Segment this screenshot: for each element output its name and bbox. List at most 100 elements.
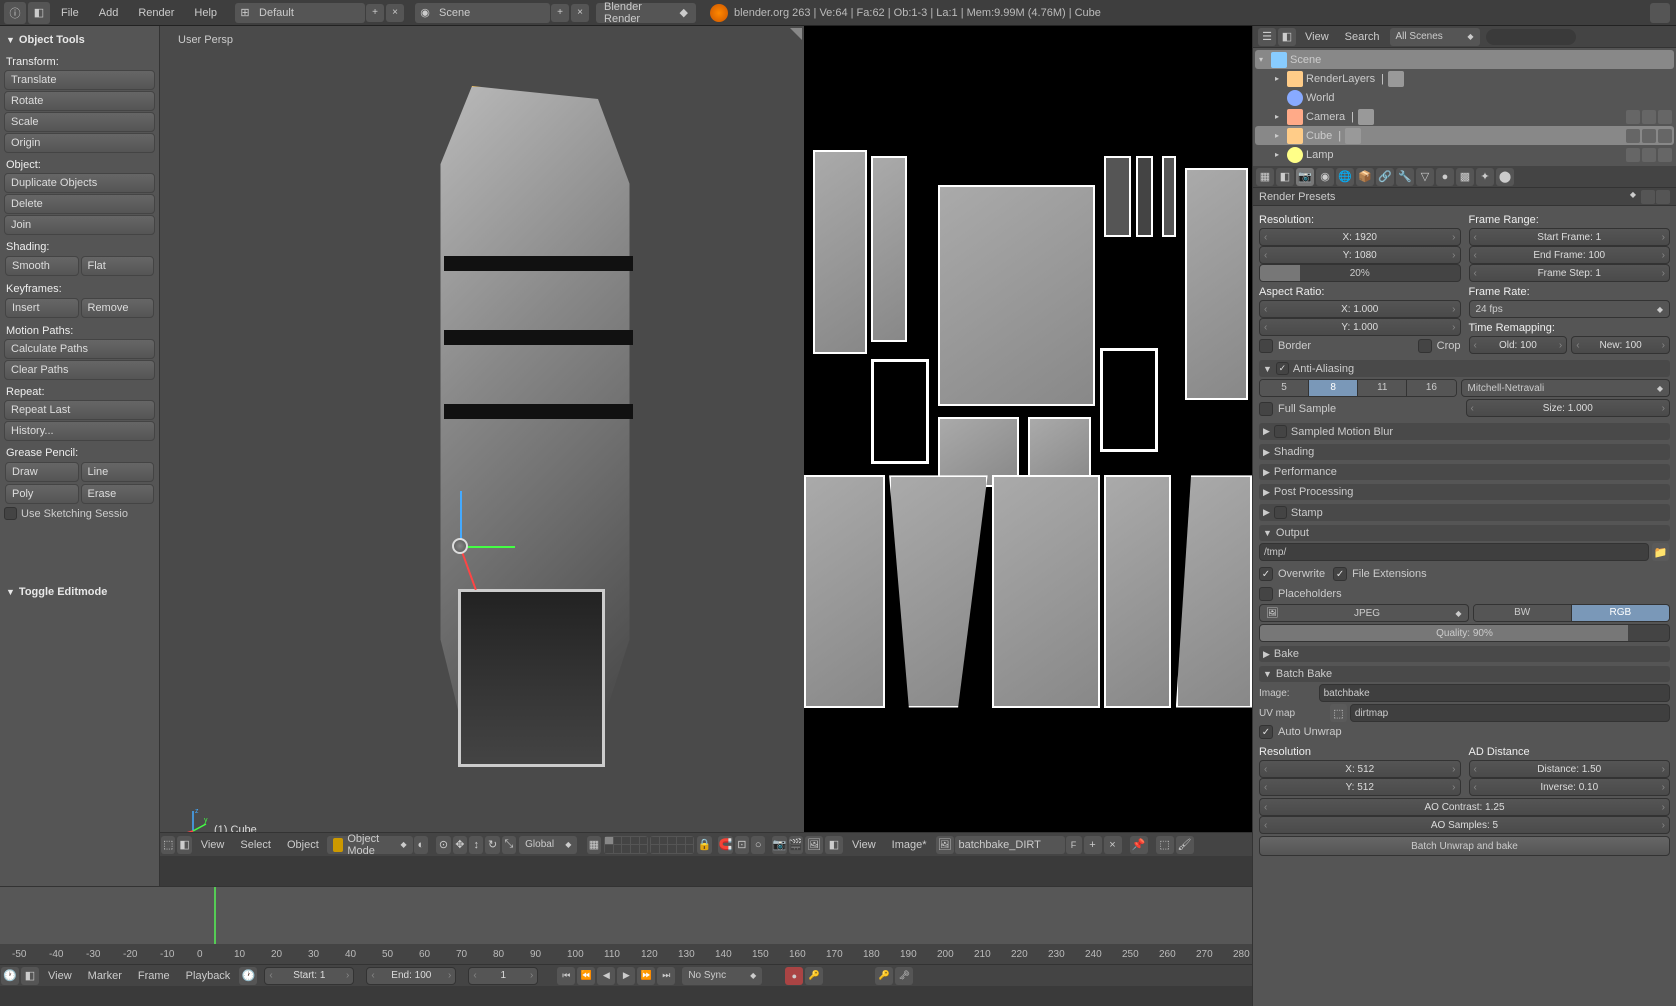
history-button[interactable]: History... [4, 421, 155, 441]
physics-tab[interactable]: ⬤ [1496, 168, 1514, 186]
layer-buttons[interactable] [604, 836, 694, 854]
output-path-input[interactable] [1259, 543, 1649, 561]
batch-bake-panel-header[interactable]: ▼Batch Bake [1259, 666, 1670, 682]
editor-type-icon[interactable]: ▦ [1256, 168, 1274, 186]
display-mode-dropdown[interactable]: All Scenes◆ [1390, 28, 1480, 46]
file-browse-icon[interactable]: 📁 [1652, 543, 1669, 561]
constraints-tab[interactable]: 🔗 [1376, 168, 1394, 186]
window-menu-icon[interactable]: ◧ [28, 2, 50, 24]
frame-menu[interactable]: Frame [130, 970, 178, 982]
aa-enable-checkbox[interactable] [1276, 362, 1289, 375]
editor-type-icon[interactable]: ⬚ [161, 836, 175, 854]
end-frame-input[interactable]: End: 100 [366, 967, 456, 985]
restrict-select-icon[interactable] [1642, 148, 1656, 162]
image-menu[interactable]: Image* [884, 839, 935, 851]
bb-x-field[interactable]: X: 512 [1259, 760, 1461, 778]
rgb-button[interactable]: RGB [1572, 605, 1669, 621]
playhead[interactable] [214, 887, 216, 944]
frame-step-field[interactable]: Frame Step: 1 [1469, 264, 1671, 282]
3d-viewport[interactable]: User Persp z y (1) Cube ⬚ ◧ View Select … [160, 26, 804, 856]
playback-menu[interactable]: Playback [178, 970, 239, 982]
play-reverse-button[interactable]: ◀ [597, 967, 615, 985]
translate-manip-icon[interactable]: ↕ [469, 836, 483, 854]
remove-key-button[interactable]: Remove [81, 298, 155, 318]
new-time-field[interactable]: New: 100 [1571, 336, 1670, 354]
motion-blur-panel-header[interactable]: ▶Sampled Motion Blur [1259, 423, 1670, 440]
keyframe-next-button[interactable]: ⏩ [637, 967, 655, 985]
key-delete-button[interactable]: 🗝 [895, 967, 913, 985]
sync-dropdown[interactable]: No Sync◆ [682, 967, 762, 985]
object-tab[interactable]: 📦 [1356, 168, 1374, 186]
modifiers-tab[interactable]: 🔧 [1396, 168, 1414, 186]
layers-toggle-icon[interactable]: ▦ [587, 836, 601, 854]
restrict-render-icon[interactable] [1658, 110, 1672, 124]
aa-size-field[interactable]: Size: 1.000 [1466, 399, 1671, 417]
menu-help[interactable]: Help [184, 7, 227, 19]
opengl-anim-icon[interactable]: 🎬 [789, 836, 803, 854]
output-panel-header[interactable]: ▼Output [1259, 525, 1670, 541]
uvedit-icon[interactable]: ⬚ [1156, 836, 1174, 854]
restrict-select-icon[interactable] [1642, 110, 1656, 124]
aspect-x-field[interactable]: X: 1.000 [1259, 300, 1461, 318]
restrict-view-icon[interactable] [1626, 110, 1640, 124]
image-canvas[interactable] [804, 26, 1252, 832]
scale-manip-icon[interactable]: ⤡ [502, 836, 516, 854]
manipulator-toggle-icon[interactable]: ✥ [453, 836, 467, 854]
header-menu-icon[interactable]: ◧ [177, 836, 191, 854]
particles-tab[interactable]: ✦ [1476, 168, 1494, 186]
outliner-tree[interactable]: ▾Scene▸RenderLayers|World▸Camera|▸Cube|▸… [1253, 48, 1676, 166]
delete-button[interactable]: Delete [4, 194, 155, 214]
area-split-corner[interactable] [790, 28, 802, 40]
menu-file[interactable]: File [51, 7, 89, 19]
x-axis-arrow[interactable] [460, 546, 515, 548]
editor-type-icon[interactable]: 🕐 [1, 967, 19, 985]
quality-slider[interactable]: Quality: 90% [1259, 624, 1670, 642]
jump-end-button[interactable]: ⏭ [657, 967, 675, 985]
orientation-dropdown[interactable]: Global◆ [519, 836, 577, 854]
anti-aliasing-panel-header[interactable]: ▼ Anti-Aliasing [1259, 360, 1670, 377]
preset-add-button[interactable] [1641, 190, 1655, 204]
lock-camera-icon[interactable]: 🔒 [697, 836, 711, 854]
performance-panel-header[interactable]: ▶Performance [1259, 464, 1670, 480]
layout-name-input[interactable] [255, 7, 365, 19]
duplicate-button[interactable]: Duplicate Objects [4, 173, 155, 193]
image-name-input[interactable] [955, 836, 1065, 854]
keying-set-icon[interactable]: 🔑 [805, 967, 823, 985]
preset-remove-button[interactable] [1656, 190, 1670, 204]
fullscreen-button[interactable] [1650, 3, 1670, 23]
header-menu-icon[interactable]: ◧ [1278, 28, 1296, 46]
rotate-manip-icon[interactable]: ↻ [485, 836, 499, 854]
menu-render[interactable]: Render [128, 7, 184, 19]
render-engine-dropdown[interactable]: Blender Render ◆ [596, 3, 696, 23]
select-menu[interactable]: Select [232, 839, 279, 851]
clear-paths-button[interactable]: Clear Paths [4, 360, 155, 380]
auto-unwrap-checkbox[interactable] [1259, 725, 1273, 739]
scene-remove-button[interactable]: × [571, 4, 589, 22]
scene-dropdown[interactable]: ◉ [415, 3, 550, 23]
stamp-checkbox[interactable] [1274, 506, 1287, 519]
old-time-field[interactable]: Old: 100 [1469, 336, 1568, 354]
key-insert-button[interactable]: 🔑 [875, 967, 893, 985]
bw-button[interactable]: BW [1474, 605, 1572, 621]
restrict-render-icon[interactable] [1658, 148, 1672, 162]
use-preview-range-icon[interactable]: 🕐 [239, 967, 257, 985]
ao-samples-field[interactable]: AO Samples: 5 [1259, 816, 1670, 834]
aa-11[interactable]: 11 [1358, 380, 1407, 396]
sketching-sessions-checkbox[interactable]: Use Sketching Sessio [4, 507, 155, 520]
layout-dropdown[interactable]: ⊞ [235, 3, 365, 23]
fps-dropdown[interactable]: 24 fps◆ [1469, 300, 1671, 318]
image-browse-icon[interactable]: 🖼 [936, 836, 954, 854]
start-frame-input[interactable]: Start: 1 [264, 967, 354, 985]
view-menu[interactable]: View [193, 839, 233, 851]
stamp-panel-header[interactable]: ▶Stamp [1259, 504, 1670, 521]
shading-mode-icon[interactable]: ◐ [414, 836, 428, 854]
smooth-button[interactable]: Smooth [5, 256, 79, 276]
opengl-render-icon[interactable]: 📷 [772, 836, 786, 854]
bb-image-input[interactable] [1319, 684, 1670, 702]
unlink-image-button[interactable]: × [1104, 836, 1122, 854]
data-tab[interactable]: ▽ [1416, 168, 1434, 186]
menu-add[interactable]: Add [89, 7, 129, 19]
fake-user-button[interactable]: F [1066, 836, 1082, 854]
toggle-editmode-header[interactable]: ▼ Toggle Editmode [4, 582, 155, 602]
keyframe-prev-button[interactable]: ⏪ [577, 967, 595, 985]
